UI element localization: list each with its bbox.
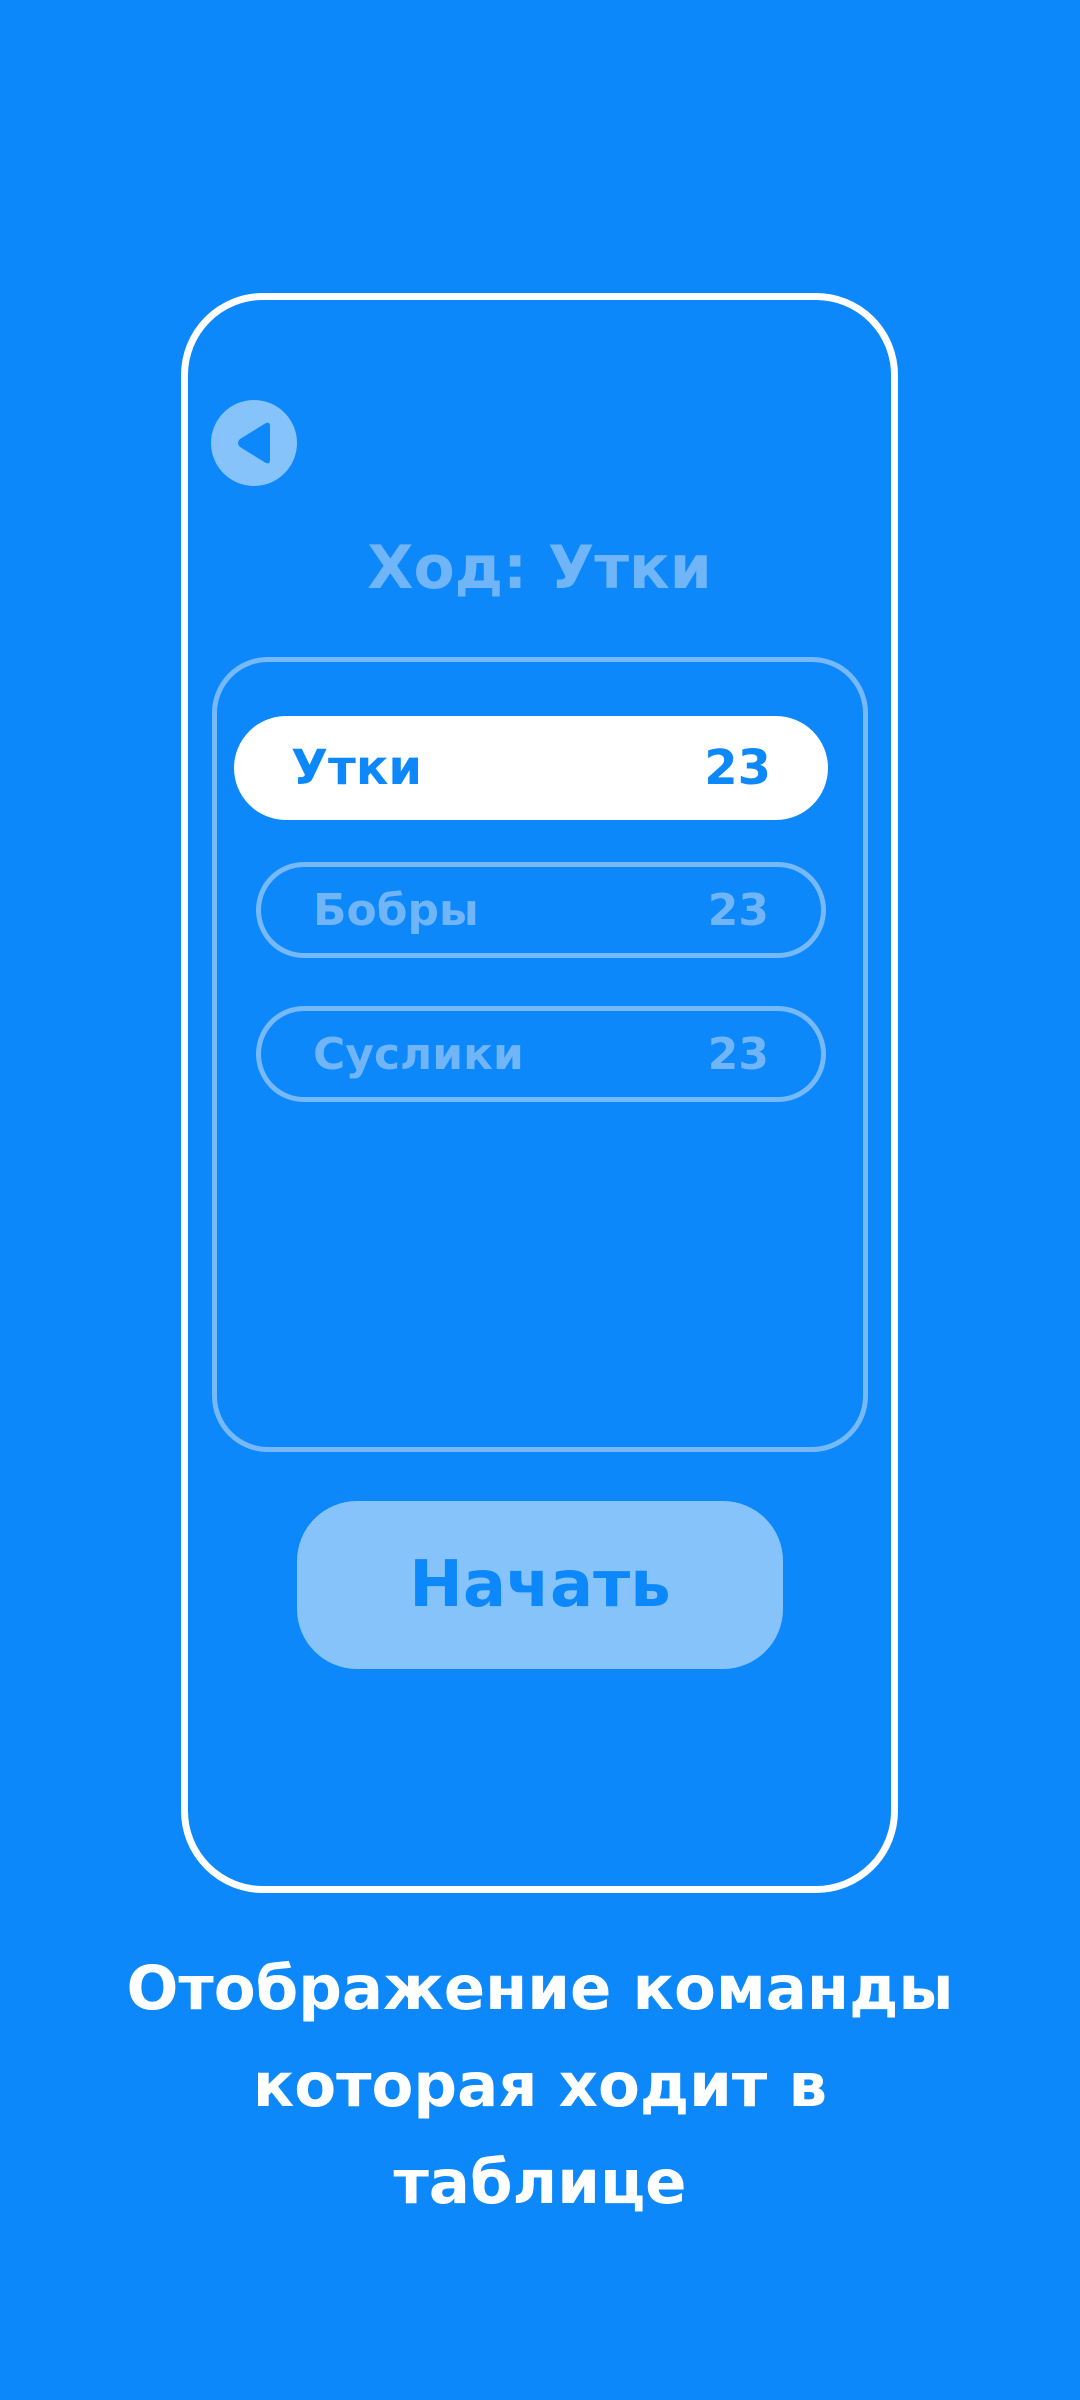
- team-score: 23: [704, 740, 771, 796]
- caption: Отображение команды которая ходит в табл…: [60, 1940, 1020, 2231]
- turn-title: Ход: Утки: [367, 533, 712, 603]
- caption-line: Отображение команды: [126, 1953, 954, 2024]
- play-back-icon: [238, 422, 270, 464]
- caption-line: таблице: [393, 2147, 687, 2218]
- team-row[interactable]: Бобры 23: [256, 862, 826, 958]
- team-score: 23: [707, 1028, 769, 1080]
- start-button[interactable]: Начать: [297, 1501, 783, 1669]
- team-name: Утки: [291, 740, 423, 796]
- team-score: 23: [707, 884, 769, 936]
- team-row-active[interactable]: Утки 23: [234, 716, 828, 820]
- team-name: Бобры: [313, 884, 479, 936]
- back-button[interactable]: [211, 400, 297, 486]
- team-row[interactable]: Суслики 23: [256, 1006, 826, 1102]
- caption-line: которая ходит в: [252, 2050, 828, 2121]
- team-name: Суслики: [313, 1028, 524, 1080]
